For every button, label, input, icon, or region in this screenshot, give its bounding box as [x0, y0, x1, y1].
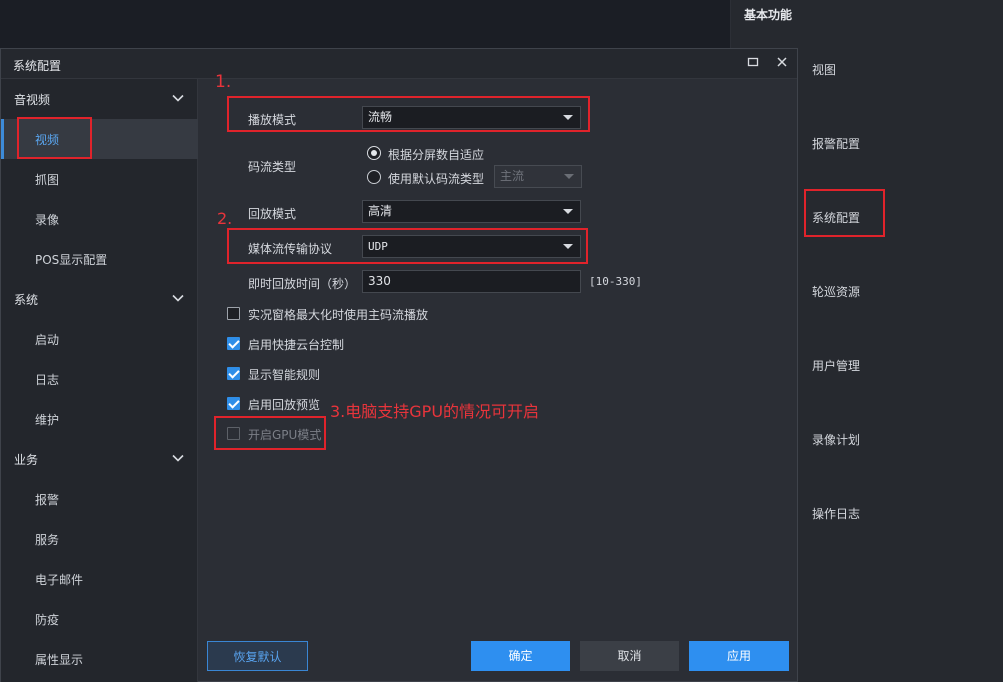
menu-item-operation-log[interactable]: 操作日志 — [812, 505, 860, 522]
sidebar-group-label: 系统 — [14, 293, 39, 307]
dialog-titlebar: 系统配置 — [1, 49, 797, 79]
ptz-control-label: 启用快捷云台控制 — [248, 338, 345, 352]
menu-item-patrol-resources[interactable]: 轮巡资源 — [812, 283, 860, 300]
sidebar-item-epidemic[interactable]: 防疫 — [1, 599, 198, 639]
gpu-mode-label: 开启GPU模式 — [248, 428, 322, 442]
smart-rules-checkbox[interactable] — [227, 367, 240, 380]
dialog-footer: 恢复默认 确定 取消 应用 — [199, 639, 797, 682]
playback-mode-select[interactable]: 高清 — [362, 200, 581, 223]
protocol-label: 媒体流传输协议 — [248, 242, 333, 256]
main-stream-checkbox[interactable] — [227, 307, 240, 320]
stream-type-label: 码流类型 — [248, 160, 297, 174]
gpu-mode-checkbox[interactable] — [227, 427, 240, 440]
playback-preview-checkbox[interactable] — [227, 397, 240, 410]
annotation-label-2: 2. — [217, 209, 233, 228]
menu-item-system-config[interactable]: 系统配置 — [812, 209, 860, 226]
play-mode-label: 播放模式 — [248, 113, 297, 127]
smart-rules-label: 显示智能规则 — [248, 368, 321, 382]
dropdown-caret-icon — [563, 209, 573, 214]
sidebar-group-business[interactable]: 业务 — [1, 439, 198, 479]
system-config-dialog: 系统配置 音视频 视频 抓图 录像 POS显示配置 系统 启动 日志 维护 业务… — [0, 48, 798, 682]
instant-playback-input[interactable]: 330 — [362, 270, 581, 293]
basic-functions-title: 基本功能 — [744, 8, 793, 22]
dropdown-caret-icon — [564, 174, 574, 179]
sidebar-item-email[interactable]: 电子邮件 — [1, 559, 198, 599]
sidebar-item-log[interactable]: 日志 — [1, 359, 198, 399]
sidebar-item-attribute-display[interactable]: 属性显示 — [1, 639, 198, 679]
dialog-title: 系统配置 — [13, 59, 62, 73]
play-mode-select[interactable]: 流畅 — [362, 106, 581, 129]
ptz-control-checkbox[interactable] — [227, 337, 240, 350]
menu-item-recording-plan[interactable]: 录像计划 — [812, 431, 860, 448]
stream-default-radio[interactable] — [367, 170, 381, 184]
settings-sidebar: 音视频 视频 抓图 录像 POS显示配置 系统 启动 日志 维护 业务 报警 服… — [1, 79, 198, 682]
stream-auto-radio[interactable] — [367, 146, 381, 160]
menu-item-view[interactable]: 视图 — [812, 61, 836, 78]
sidebar-item-service[interactable]: 服务 — [1, 519, 198, 559]
background-top-area — [0, 0, 730, 48]
sidebar-item-snapshot[interactable]: 抓图 — [1, 159, 198, 199]
chevron-down-icon — [172, 94, 184, 102]
stream-default-label: 使用默认码流类型 — [388, 172, 485, 186]
sidebar-item-maintenance[interactable]: 维护 — [1, 399, 198, 439]
instant-playback-label: 即时回放时间（秒） — [248, 277, 357, 291]
sidebar-group-label: 音视频 — [14, 93, 51, 107]
sidebar-group-audio-video[interactable]: 音视频 — [1, 79, 198, 119]
dropdown-caret-icon — [563, 115, 573, 120]
chevron-down-icon — [172, 294, 184, 302]
restore-default-button[interactable]: 恢复默认 — [207, 641, 308, 671]
sidebar-item-video[interactable]: 视频 — [1, 119, 198, 159]
sidebar-group-system[interactable]: 系统 — [1, 279, 198, 319]
close-icon[interactable] — [771, 53, 793, 75]
sidebar-group-label: 业务 — [14, 453, 39, 467]
menu-item-user-management[interactable]: 用户管理 — [812, 357, 860, 374]
protocol-select[interactable]: UDP — [362, 235, 581, 258]
cancel-button[interactable]: 取消 — [580, 641, 679, 671]
playback-preview-label: 启用回放预览 — [248, 398, 321, 412]
stream-auto-label: 根据分屏数自适应 — [388, 148, 485, 162]
sidebar-item-startup[interactable]: 启动 — [1, 319, 198, 359]
annotation-label-1: 1. — [215, 72, 232, 92]
sidebar-item-alarm[interactable]: 报警 — [1, 479, 198, 519]
apply-button[interactable]: 应用 — [689, 641, 789, 671]
ok-button[interactable]: 确定 — [471, 641, 570, 671]
video-settings-content: 播放模式 流畅 码流类型 根据分屏数自适应 使用默认码流类型 主流 回放模式 高… — [199, 79, 797, 639]
instant-playback-range: [10-330] — [589, 275, 642, 288]
sidebar-item-pos-display[interactable]: POS显示配置 — [1, 239, 198, 279]
maximize-icon[interactable] — [742, 53, 764, 75]
default-stream-select[interactable]: 主流 — [494, 165, 582, 188]
menu-item-alarm-config[interactable]: 报警配置 — [812, 135, 860, 152]
dropdown-caret-icon — [563, 244, 573, 249]
annotation-label-3: 3.电脑支持GPU的情况可开启 — [330, 402, 540, 421]
chevron-down-icon — [172, 454, 184, 462]
playback-mode-label: 回放模式 — [248, 207, 297, 221]
sidebar-item-recording[interactable]: 录像 — [1, 199, 198, 239]
main-stream-label: 实况窗格最大化时使用主码流播放 — [248, 308, 429, 322]
